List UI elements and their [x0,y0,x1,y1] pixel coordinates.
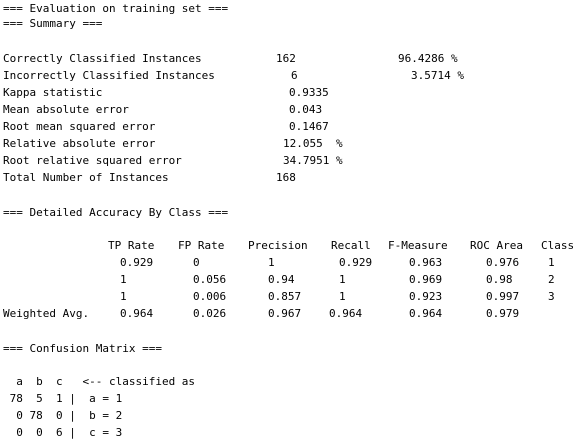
summary-percent: 96.4286 % [398,52,458,65]
summary-value: 168 [276,171,296,184]
summary-header: === Summary === [3,17,103,30]
table-cell: 0.056 [193,273,227,286]
confusion-matrix-header: === Confusion Matrix === [3,342,162,355]
table-cell: 0 [193,256,200,269]
table-cell: 2 [548,273,555,286]
matrix-row: a b c <-- classified as [3,375,196,388]
summary-value: 0.9335 [289,86,329,99]
matrix-row: 0 0 6 | c = 3 [3,426,123,439]
table-cell: 3 [548,290,555,303]
table-cell: 0.967 [268,307,302,320]
evaluation-output-panel: === Evaluation on training set === === S… [0,0,588,444]
matrix-row: 0 78 0 | b = 2 [3,409,123,422]
summary-label: Kappa statistic [3,86,103,99]
summary-value: 34.7951 % [283,154,343,167]
table-cell: 1 [120,273,127,286]
summary-value: 6 [291,69,298,82]
accuracy-header: === Detailed Accuracy By Class === [3,206,229,219]
table-cell: 0.969 [409,273,443,286]
table-cell: 1 [339,290,346,303]
table-cell: 0.979 [486,307,520,320]
table-cell: 0.026 [193,307,227,320]
summary-label: Mean absolute error [3,103,129,116]
table-cell: 0.997 [486,290,520,303]
summary-label: Root relative squared error [3,154,182,167]
table-cell: 0.976 [486,256,520,269]
table-cell: 0.929 [339,256,373,269]
table-cell: 0.98 [486,273,513,286]
table-cell: 0.857 [268,290,302,303]
summary-label: Incorrectly Classified Instances [3,69,215,82]
table-cell: 0.929 [120,256,154,269]
table-cell: 0.964 [329,307,363,320]
column-header: Recall [331,239,371,252]
column-header: Precision [248,239,308,252]
summary-label: Root mean squared error [3,120,156,133]
summary-label: Correctly Classified Instances [3,52,202,65]
summary-value: 0.043 [289,103,323,116]
table-cell: 0.006 [193,290,227,303]
column-header: ROC Area [470,239,523,252]
evaluation-header: === Evaluation on training set === [3,2,229,15]
summary-label: Total Number of Instances [3,171,169,184]
column-header: TP Rate [108,239,155,252]
column-header: F-Measure [388,239,448,252]
table-cell: 0.964 [409,307,443,320]
column-header: Class [541,239,575,252]
summary-label: Relative absolute error [3,137,156,150]
summary-value: 162 [276,52,296,65]
table-cell: 0.923 [409,290,443,303]
table-cell: 1 [339,273,346,286]
column-header: FP Rate [178,239,225,252]
summary-value: 0.1467 [289,120,329,133]
summary-value: 12.055 % [283,137,343,150]
table-cell: 1 [120,290,127,303]
summary-percent: 3.5714 % [411,69,464,82]
table-cell: 0.963 [409,256,443,269]
matrix-row: 78 5 1 | a = 1 [3,392,123,405]
table-cell: 0.964 [120,307,154,320]
row-label: Weighted Avg. [3,307,90,320]
table-cell: 1 [268,256,275,269]
table-cell: 1 [548,256,555,269]
table-cell: 0.94 [268,273,295,286]
